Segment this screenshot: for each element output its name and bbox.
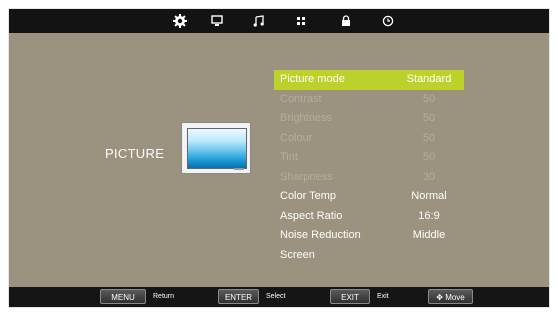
menu-tab-bar: [9, 9, 549, 33]
menu-row[interactable]: Screen: [274, 246, 464, 266]
lock-icon[interactable]: [339, 14, 353, 28]
menu-row-value: 50: [422, 151, 436, 163]
grid-icon[interactable]: [294, 14, 308, 28]
menu-row-label: Noise Reduction: [280, 229, 361, 241]
menu-row-label: Picture mode: [280, 73, 345, 85]
menu-row-label: Tint: [280, 151, 298, 163]
menu-row-value: Normal: [411, 190, 447, 202]
enter-key[interactable]: ENTER: [218, 289, 259, 304]
gear-icon[interactable]: [173, 14, 187, 28]
tv-indicator: [234, 168, 244, 170]
menu-row-value: 50: [422, 112, 436, 124]
menu-key[interactable]: MENU: [100, 289, 146, 304]
menu-row-label: Sharpness: [280, 170, 333, 183]
menu-row-label: Contrast: [280, 92, 322, 105]
menu-row-value: Middle: [412, 229, 446, 241]
move-key[interactable]: ✥ Move: [428, 289, 473, 304]
menu-row[interactable]: Picture mode Standard: [274, 70, 464, 90]
menu-hint: Return: [153, 293, 175, 300]
menu-row[interactable]: Brightness 50: [274, 109, 464, 129]
menu-row-value: 50: [422, 131, 436, 144]
menu-row-value: Standard: [406, 73, 452, 85]
move-key-label: Move: [445, 293, 465, 302]
clock-icon[interactable]: [381, 14, 395, 28]
picture-settings-menu: Picture mode Standard Contrast 50 Brightness…: [274, 70, 464, 265]
exit-hint: Exit: [377, 293, 389, 300]
music-note-icon[interactable]: [252, 14, 266, 28]
menu-row-label: Aspect Ratio: [280, 209, 343, 222]
tv-osd-screen: PICTURE Picture mode Standard Contrast 50 Br…: [8, 8, 550, 308]
monitor-icon[interactable]: [210, 14, 224, 28]
menu-row-value: 16:9: [418, 209, 440, 222]
menu-row-label: Screen: [280, 248, 315, 261]
menu-row[interactable]: Color Temp Normal: [274, 187, 464, 207]
menu-row[interactable]: Sharpness 30: [274, 168, 464, 188]
tv-screen-graphic: [187, 128, 247, 169]
menu-row-label: Colour: [280, 131, 313, 144]
menu-row[interactable]: Aspect Ratio 16:9: [274, 207, 464, 227]
menu-row[interactable]: Colour 50: [274, 129, 464, 149]
tv-illustration: [181, 122, 251, 174]
menu-row[interactable]: Contrast 50: [274, 90, 464, 110]
menu-row-value: 50: [422, 92, 436, 105]
enter-hint: Select: [266, 293, 286, 300]
menu-row-label: Brightness: [280, 112, 332, 124]
menu-row-label: Color Temp: [280, 190, 337, 202]
section-title: PICTURE: [105, 146, 165, 161]
menu-row[interactable]: Tint 50: [274, 148, 464, 168]
move-arrows-icon: ✥: [436, 293, 443, 302]
menu-row-value: 30: [422, 170, 436, 183]
exit-key[interactable]: EXIT: [330, 289, 370, 304]
bottom-hint-bar: MENU Return ENTER Select EXIT Exit ✥ Mov…: [9, 287, 549, 307]
menu-row[interactable]: Noise Reduction Middle: [274, 226, 464, 246]
